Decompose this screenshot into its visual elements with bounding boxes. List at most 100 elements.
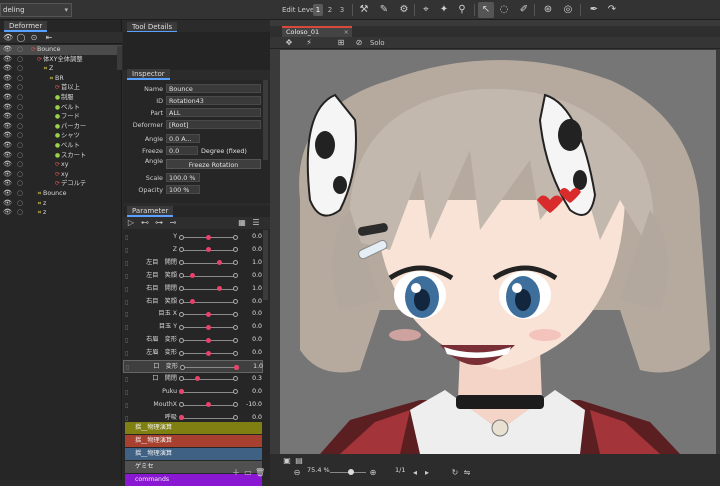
brush-select-icon[interactable]: ✐ xyxy=(516,2,532,18)
deformer-dropdown[interactable]: [Root] xyxy=(166,120,261,129)
angle-field[interactable]: 0.0 A... xyxy=(166,134,200,143)
parameter-row[interactable]: ▯ 目玉 X 0.0 xyxy=(123,308,263,321)
next-page-icon[interactable]: ▸ xyxy=(422,468,432,478)
parameter-value[interactable]: 0.3 xyxy=(240,373,262,386)
lock-icon[interactable]: ○ xyxy=(17,179,23,189)
keyform-dot[interactable] xyxy=(233,415,238,421)
lock-icon[interactable]: ○ xyxy=(17,122,23,132)
lock-icon[interactable]: ○ xyxy=(17,83,23,93)
parameter-value[interactable]: 0.0 xyxy=(240,270,262,283)
keyform-dot[interactable] xyxy=(179,286,184,292)
name-field[interactable]: Bounce xyxy=(166,84,261,93)
freeze-angle-field[interactable]: 0.0 xyxy=(166,146,198,155)
keyform-dot[interactable] xyxy=(179,234,184,240)
play-icon[interactable]: ▷ xyxy=(126,218,136,228)
deformer-tree-row[interactable]: 👁 ○ ⟳デコルテ xyxy=(0,179,122,189)
parameter-slider-knob[interactable] xyxy=(189,299,195,304)
eye-icon[interactable]: 👁 xyxy=(3,189,12,199)
mode-dropdown[interactable]: deling ▾ xyxy=(0,3,72,17)
tab-inspector[interactable]: Inspector xyxy=(127,69,170,80)
freeze-rotation-button[interactable]: Freeze Rotation xyxy=(166,159,261,169)
redo-arrow-icon[interactable]: ↷ xyxy=(604,2,620,18)
pin-icon[interactable]: ⊛ xyxy=(540,2,556,18)
bookmark-icon[interactable]: ▯ xyxy=(126,364,129,371)
deformer-tree-row[interactable]: 👁 ○ ●スカート xyxy=(0,151,122,161)
id-field[interactable]: Rotation43 xyxy=(166,96,261,105)
parameter-slider-knob[interactable] xyxy=(195,376,201,382)
parameter-group-folder[interactable]: 揺__物理演算 xyxy=(125,422,262,434)
keyform-dot[interactable] xyxy=(179,376,184,382)
parameter-row[interactable]: ▯ 右眉 変形 0.0 xyxy=(123,334,263,347)
parameter-value[interactable]: -10.0 xyxy=(240,399,262,412)
prev-page-icon[interactable]: ◂ xyxy=(410,468,420,478)
deformer-tree-row[interactable]: 👁 ○ ●制服 xyxy=(0,93,122,103)
keyform-dot[interactable] xyxy=(233,402,238,408)
parameter-slider-track[interactable] xyxy=(181,288,235,290)
deform-brush-icon[interactable]: ✦ xyxy=(436,2,452,18)
keyform-dot[interactable] xyxy=(233,234,238,240)
keyform-dot[interactable] xyxy=(179,311,184,317)
close-icon[interactable]: × xyxy=(344,28,349,37)
eye-icon[interactable]: 👁 xyxy=(3,199,12,209)
bookmark-icon[interactable]: ▯ xyxy=(125,260,128,267)
parameter-slider-knob[interactable] xyxy=(206,311,211,317)
lock-icon[interactable]: ○ xyxy=(17,170,23,180)
edit-level-3-button[interactable]: 3 xyxy=(337,4,347,16)
deformer-tree-row[interactable]: 👁 ○ ●パーカー xyxy=(0,122,122,132)
parameter-value[interactable]: 0.0 xyxy=(240,296,262,309)
eye-icon[interactable]: 👁 xyxy=(3,55,12,65)
lock-icon[interactable]: ○ xyxy=(17,55,23,65)
mesh-visibility-icon[interactable]: ✥ xyxy=(284,38,294,48)
auto-tool-icon[interactable]: ⚙ xyxy=(396,2,412,18)
lock-icon[interactable]: ◯ xyxy=(16,33,26,43)
rotate-icon[interactable]: ↻ xyxy=(450,468,460,478)
bookmark-icon[interactable]: ▯ xyxy=(125,299,128,306)
keyform-dot[interactable] xyxy=(179,260,184,266)
parameter-value[interactable]: 1.0 xyxy=(240,257,262,270)
parameter-row[interactable]: ▯ 左目 開閉 1.0 xyxy=(123,257,263,270)
part-dropdown[interactable]: ALL xyxy=(166,108,261,117)
camera-icon[interactable]: ▣ xyxy=(282,456,292,466)
menu-icon[interactable]: ☰ xyxy=(251,218,261,228)
scale-field[interactable]: 100.0 % xyxy=(166,173,200,182)
lock-icon[interactable]: ○ xyxy=(17,131,23,141)
lock-icon[interactable]: ○ xyxy=(17,141,23,151)
keyform-dot[interactable] xyxy=(179,402,184,408)
lock-icon[interactable]: ○ xyxy=(17,208,23,218)
keyform-icon[interactable]: ⊶ xyxy=(154,218,164,228)
lasso-icon[interactable]: ◌ xyxy=(496,2,512,18)
add-icon[interactable]: ＋ xyxy=(231,468,241,478)
parameter-slider-knob[interactable] xyxy=(189,273,195,279)
parameter-row[interactable]: ▯ Puku 0.0 xyxy=(123,386,263,399)
keyform-dot[interactable] xyxy=(179,337,184,343)
deformer-tree-row[interactable]: 👁 ○ ⌗ z xyxy=(0,199,122,209)
parameter-slider-knob[interactable] xyxy=(206,337,211,343)
parameter-slider-knob[interactable] xyxy=(179,415,184,421)
parameter-slider-knob[interactable] xyxy=(206,402,211,408)
eye-icon[interactable]: 👁 xyxy=(3,64,12,74)
solo-toggle[interactable]: Solo xyxy=(370,37,385,49)
bookmark-icon[interactable]: ▯ xyxy=(125,247,128,254)
parameter-value[interactable]: 0.0 xyxy=(240,347,262,360)
warp-tool-icon[interactable]: ⌖ xyxy=(418,2,434,18)
lock-icon[interactable]: ○ xyxy=(17,112,23,122)
eye-icon[interactable]: 👁 xyxy=(3,93,12,103)
bookmark-icon[interactable]: ▯ xyxy=(125,350,128,357)
lock-icon[interactable]: ○ xyxy=(17,103,23,113)
parameter-value[interactable]: 0.0 xyxy=(240,321,262,334)
folder-icon[interactable]: ▭ xyxy=(243,468,253,478)
parameter-value[interactable]: 0.0 xyxy=(240,231,262,244)
bookmark-icon[interactable]: ▯ xyxy=(125,337,128,344)
tab-coloso-01[interactable]: Coloso_01 × xyxy=(282,26,352,37)
canvas-viewport[interactable] xyxy=(280,50,716,454)
pen-icon[interactable]: ✒ xyxy=(586,2,602,18)
deformer-tree-row[interactable]: 👁 ○ ●ベルト xyxy=(0,103,122,113)
keyform-dot[interactable] xyxy=(233,247,238,253)
keyform-dot[interactable] xyxy=(233,311,238,317)
keyform-dot[interactable] xyxy=(179,273,184,279)
trash-icon[interactable]: 🗑 xyxy=(255,468,265,478)
parameter-group-folder[interactable]: 揺__物理演算 xyxy=(125,448,262,460)
tab-parameter[interactable]: Parameter xyxy=(127,206,174,217)
deformer-tree-row[interactable]: 👁 ○ ⟳体XY全体調整 xyxy=(0,55,122,65)
eye-icon[interactable]: 👁 xyxy=(3,74,12,84)
